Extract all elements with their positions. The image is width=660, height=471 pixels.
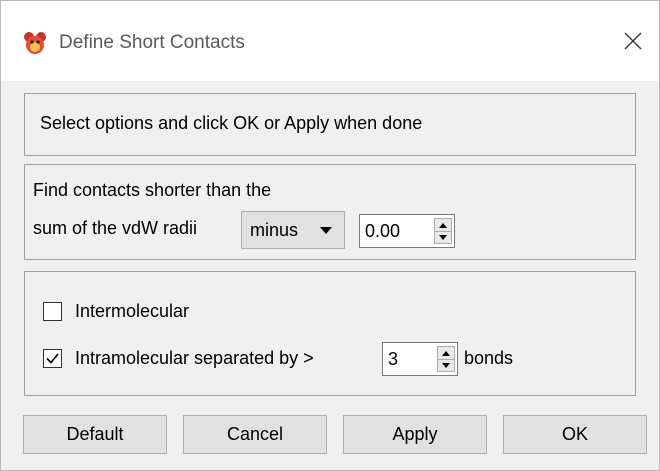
bond-separation-spinbox[interactable]: 3 bbox=[382, 342, 458, 376]
vdw-radii-label: sum of the vdW radii bbox=[33, 218, 198, 238]
bond-separation-decrement-button[interactable] bbox=[438, 359, 454, 371]
find-contacts-label: Find contacts shorter than the bbox=[33, 180, 272, 200]
close-button[interactable] bbox=[613, 23, 653, 63]
instructions-panel: Select options and click OK or Apply whe… bbox=[24, 93, 636, 156]
title-bar: Define Short Contacts bbox=[1, 1, 659, 81]
intermolecular-checkbox[interactable] bbox=[43, 302, 62, 321]
instructions-text: Select options and click OK or Apply whe… bbox=[40, 113, 423, 133]
arrow-up-icon bbox=[442, 350, 450, 356]
apply-button[interactable]: Apply bbox=[343, 415, 487, 454]
bonds-label: bonds bbox=[464, 348, 514, 368]
close-icon bbox=[624, 32, 642, 55]
intramolecular-checkbox[interactable] bbox=[43, 349, 62, 368]
intramolecular-label: Intramolecular separated by > bbox=[75, 348, 314, 368]
intermolecular-label: Intermolecular bbox=[75, 301, 190, 321]
arrow-down-icon bbox=[442, 362, 450, 368]
contact-type-panel bbox=[24, 271, 636, 396]
bond-separation-value: 3 bbox=[388, 349, 399, 369]
arrow-up-icon bbox=[439, 222, 447, 228]
cancel-button[interactable]: Cancel bbox=[183, 415, 327, 454]
operator-selected-value: minus bbox=[250, 220, 299, 240]
ok-button[interactable]: OK bbox=[503, 415, 647, 454]
chevron-down-icon bbox=[320, 227, 332, 234]
offset-value: 0.00 bbox=[365, 221, 401, 241]
bond-separation-spin-buttons bbox=[437, 346, 455, 372]
operator-dropdown[interactable]: minus bbox=[241, 211, 345, 249]
define-short-contacts-dialog: Define Short Contacts Select options and… bbox=[0, 0, 660, 471]
offset-decrement-button[interactable] bbox=[435, 231, 451, 243]
default-button[interactable]: Default bbox=[23, 415, 167, 454]
app-mascot-icon bbox=[23, 31, 47, 55]
check-icon bbox=[46, 353, 59, 364]
arrow-down-icon bbox=[439, 234, 447, 240]
offset-spin-buttons bbox=[434, 218, 452, 244]
window-title: Define Short Contacts bbox=[59, 32, 245, 53]
offset-spinbox[interactable]: 0.00 bbox=[359, 214, 455, 248]
